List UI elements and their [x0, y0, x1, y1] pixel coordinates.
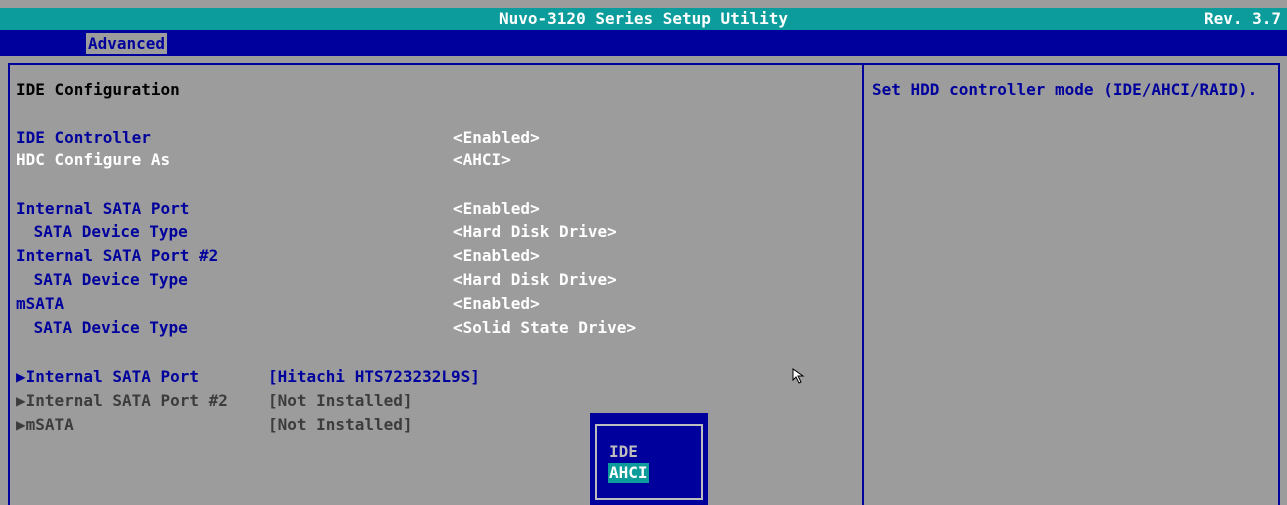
setting-internal-sata-port2-value[interactable]: <Enabled> — [453, 245, 540, 267]
mouse-cursor-icon — [792, 368, 805, 384]
setting-sata-device-type-1-value[interactable]: <Hard Disk Drive> — [453, 221, 617, 243]
option-ahci[interactable]: AHCI — [608, 463, 649, 483]
submenu-internal-sata-port-device: [Hitachi HTS723232L9S] — [268, 367, 480, 386]
help-text: Set HDD controller mode (IDE/AHCI/RAID). — [872, 80, 1258, 99]
section-title: IDE Configuration — [16, 80, 180, 99]
menu-bar: Advanced — [0, 30, 1287, 56]
submenu-internal-sata-port2-device: [Not Installed] — [268, 391, 413, 410]
settings-panel: IDE Configuration IDE Controller <Enable… — [8, 64, 864, 505]
option-popup-frame: IDE AHCI — [595, 424, 703, 500]
setting-sata-device-type-3-label[interactable]: SATA Device Type — [24, 317, 188, 339]
submenu-msata-device: [Not Installed] — [268, 415, 413, 434]
setting-sata-device-type-3-value[interactable]: <Solid State Drive> — [453, 317, 636, 339]
submenu-internal-sata-port2[interactable]: ▶Internal SATA Port #2 — [16, 390, 228, 412]
setting-internal-sata-port-label[interactable]: Internal SATA Port — [16, 198, 189, 220]
app-title: Nuvo-3120 Series Setup Utility — [499, 9, 788, 28]
setting-sata-device-type-2-label[interactable]: SATA Device Type — [24, 269, 188, 291]
title-bar: Nuvo-3120 Series Setup Utility Rev. 3.7 — [0, 8, 1287, 30]
submenu-internal-sata-port[interactable]: ▶Internal SATA Port — [16, 366, 199, 388]
setting-msata-label[interactable]: mSATA — [16, 293, 64, 315]
setting-sata-device-type-1-label[interactable]: SATA Device Type — [24, 221, 188, 243]
setting-sata-device-type-2-value[interactable]: <Hard Disk Drive> — [453, 269, 617, 291]
revision-label: Rev. 3.7 — [1203, 9, 1281, 28]
help-panel: Set HDD controller mode (IDE/AHCI/RAID). — [868, 64, 1287, 505]
option-popup: IDE AHCI — [590, 413, 708, 505]
setting-internal-sata-port2-label[interactable]: Internal SATA Port #2 — [16, 245, 218, 267]
tab-advanced[interactable]: Advanced — [86, 33, 168, 54]
option-ide[interactable]: IDE — [609, 442, 638, 462]
setting-internal-sata-port-value[interactable]: <Enabled> — [453, 198, 540, 220]
setting-hdc-configure-value[interactable]: <AHCI> — [453, 149, 511, 171]
setting-ide-controller-value[interactable]: <Enabled> — [453, 127, 540, 149]
setting-hdc-configure-label[interactable]: HDC Configure As — [16, 149, 170, 171]
submenu-msata[interactable]: ▶mSATA — [16, 414, 74, 436]
setting-msata-value[interactable]: <Enabled> — [453, 293, 540, 315]
setting-ide-controller-label[interactable]: IDE Controller — [16, 127, 151, 149]
